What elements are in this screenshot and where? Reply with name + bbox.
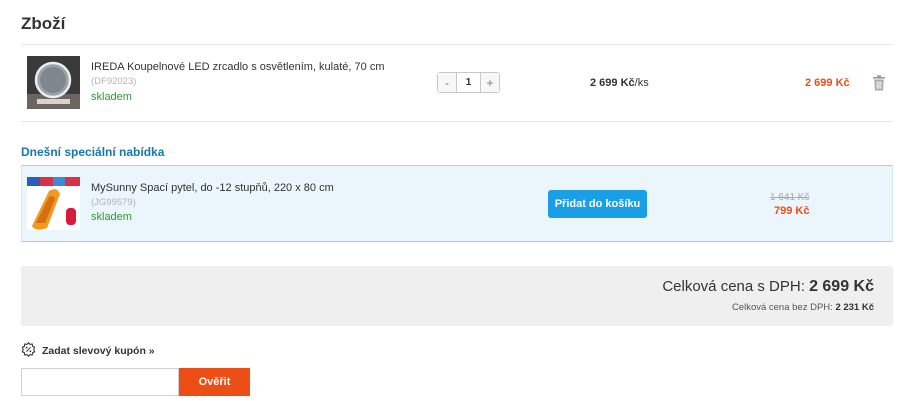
quantity-stepper: - 1 + [437, 72, 500, 93]
unit-price-suffix: /ks [634, 77, 649, 89]
qty-minus-button[interactable]: - [438, 73, 456, 92]
verify-coupon-button[interactable]: Ověřit [179, 368, 250, 396]
trash-icon[interactable] [872, 75, 886, 91]
special-offer-box [21, 165, 893, 242]
total-with-vat-value: 2 699 Kč [809, 278, 874, 295]
total-with-vat: Celková cena s DPH: 2 699 Kč [662, 278, 874, 296]
item-total-price: 2 699 Kč [805, 77, 850, 89]
coupon-badge-icon [21, 341, 36, 360]
unit-price-value: 2 699 Kč [590, 77, 635, 89]
coupon-link-label: Zadat slevový kupón » [42, 345, 155, 357]
divider-top [21, 44, 893, 45]
offer-new-price: 799 Kč [774, 205, 810, 217]
total-without-vat-value: 2 231 Kč [835, 302, 874, 313]
unit-price: 2 699 Kč/ks [590, 77, 649, 89]
divider-middle [21, 121, 893, 122]
special-offer-title: Dnešní speciální nabídka [21, 145, 165, 159]
product-thumbnail-mirror[interactable] [27, 56, 80, 109]
cart-item-stock: skladem [91, 91, 132, 103]
product-thumbnail-sleeping-bag[interactable] [27, 177, 80, 230]
qty-plus-button[interactable]: + [481, 73, 499, 92]
offer-old-price: 1 641 Kč [770, 192, 810, 203]
offer-item-code: (JG99579) [91, 197, 136, 208]
total-without-vat-label: Celková cena bez DPH: [731, 302, 833, 313]
coupon-input[interactable] [21, 368, 179, 396]
cart-item-name[interactable]: IREDA Koupelnové LED zrcadlo s osvětlení… [91, 61, 384, 73]
enter-coupon-link[interactable]: Zadat slevový kupón » [21, 341, 155, 360]
qty-value[interactable]: 1 [456, 73, 481, 92]
total-without-vat: Celková cena bez DPH: 2 231 Kč [732, 302, 874, 313]
total-with-vat-label: Celková cena s DPH: [662, 278, 805, 295]
add-to-cart-button[interactable]: Přidat do košíku [548, 190, 647, 218]
cart-item-code: (DF92023) [91, 76, 137, 87]
offer-item-name[interactable]: MySunny Spací pytel, do -12 stupňů, 220 … [91, 182, 334, 194]
price-summary: Celková cena s DPH: 2 699 Kč Celková cen… [21, 266, 893, 326]
cart-heading: Zboží [21, 14, 66, 33]
offer-item-stock: skladem [91, 211, 132, 223]
